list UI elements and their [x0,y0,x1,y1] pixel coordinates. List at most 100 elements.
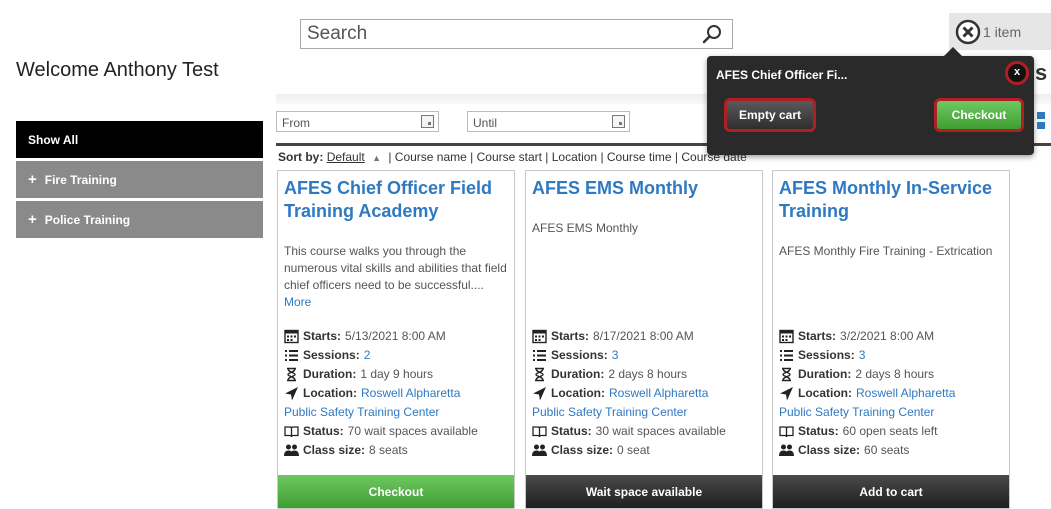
course-description: This course walks you through the numero… [284,244,507,309]
location-label: Location: [303,386,357,400]
calendar-icon [532,329,547,344]
duration-label: Duration: [551,367,605,381]
sort-bar: Sort by: Default ▲ | Course name | Cours… [278,150,747,164]
location-label: Location: [798,386,852,400]
duration-value: 2 days 8 hours [855,367,935,381]
users-icon [284,444,299,456]
course-title-link[interactable]: AFES Monthly In-Service Training [779,177,1007,223]
hourglass-icon [782,367,791,382]
location-link-cont[interactable]: Public Safety Training Center [284,403,512,422]
cart-indicator[interactable]: 1 item [949,13,1051,50]
course-description: AFES EMS Monthly [532,221,639,235]
sidebar-item-fire-training[interactable]: + Fire Training [16,161,263,198]
popup-close-button[interactable]: x [1005,61,1029,85]
sidebar-item-police-training[interactable]: + Police Training [16,201,263,238]
until-label: Until [473,116,498,130]
course-card: AFES EMS Monthly AFES EMS Monthly Starts… [525,170,763,509]
category-sidebar: Show All + Fire Training + Police Traini… [16,121,263,241]
status-label: Status: [798,424,839,438]
sort-options[interactable]: | Course name | Course start | Location … [388,150,746,164]
sessions-link[interactable]: 2 [364,346,371,365]
book-icon [284,426,299,438]
course-title-link[interactable]: AFES EMS Monthly [532,177,760,200]
book-icon [779,426,794,438]
expand-icon: + [28,211,37,228]
sessions-label: Sessions: [798,348,855,362]
cart-close-icon[interactable] [955,19,981,45]
status-value: 60 open seats left [842,424,938,438]
status-value: 30 wait spaces available [595,424,726,438]
sessions-label: Sessions: [303,348,360,362]
empty-cart-button[interactable]: Empty cart [724,98,816,132]
class-size-label: Class size: [303,443,366,457]
starts-value: 3/2/2021 8:00 AM [840,329,935,343]
location-label: Location: [551,386,605,400]
class-size-value: 0 seat [617,443,650,457]
starts-label: Starts: [798,329,837,343]
add-to-cart-button[interactable]: Add to cart [773,475,1009,508]
page-title-fragment: s [1035,60,1048,85]
starts-value: 8/17/2021 8:00 AM [593,329,694,343]
popup-course-title: AFES Chief Officer Fi... [716,68,848,82]
checkout-button[interactable]: Checkout [278,475,514,508]
location-link-cont[interactable]: Public Safety Training Center [532,403,760,422]
class-size-label: Class size: [551,443,614,457]
location-link[interactable]: Roswell Alpharetta [361,384,460,403]
sidebar-item-label: Show All [28,132,79,147]
class-size-value: 60 seats [864,443,910,457]
sidebar-item-label: Police Training [44,212,131,227]
book-icon [532,426,547,438]
status-label: Status: [303,424,344,438]
more-link[interactable]: More [284,295,311,309]
course-title-link[interactable]: AFES Chief Officer Field Training Academ… [284,177,512,223]
list-icon [533,350,546,361]
location-link[interactable]: Roswell Alpharetta [609,384,708,403]
sort-default-link[interactable]: Default [327,150,365,164]
starts-label: Starts: [303,329,342,343]
calendar-icon[interactable] [421,115,434,128]
duration-label: Duration: [303,367,357,381]
status-value: 70 wait spaces available [347,424,478,438]
starts-value: 5/13/2021 8:00 AM [345,329,446,343]
users-icon [532,444,547,456]
wait-space-button[interactable]: Wait space available [526,475,762,508]
from-date-input[interactable]: From [276,111,439,132]
calendar-icon[interactable] [612,115,625,128]
search-icon[interactable] [702,24,722,44]
location-link[interactable]: Roswell Alpharetta [856,384,955,403]
starts-label: Starts: [551,329,590,343]
calendar-icon [779,329,794,344]
search-box [300,19,733,49]
course-meta: Starts: 8/17/2021 8:00 AM Sessions: 3 Dura… [532,327,760,460]
view-toggle-icon[interactable] [1037,112,1046,130]
welcome-message: Welcome Anthony Test [16,59,219,81]
course-meta: Starts: 5/13/2021 8:00 AM Sessions: 2 Dura… [284,327,512,460]
sessions-link[interactable]: 3 [612,346,619,365]
hourglass-icon [535,367,544,382]
search-input[interactable] [301,20,681,48]
until-date-input[interactable]: Until [467,111,630,132]
sessions-link[interactable]: 3 [859,346,866,365]
location-link-cont[interactable]: Public Safety Training Center [779,403,1007,422]
course-meta: Starts: 3/2/2021 8:00 AM Sessions: 3 Durat… [779,327,1007,460]
course-description: AFES Monthly Fire Training - Extrication [779,244,993,258]
status-label: Status: [551,424,592,438]
cart-popup: AFES Chief Officer Fi... x Empty cart Ch… [707,47,1034,155]
popup-checkout-button[interactable]: Checkout [934,98,1024,132]
list-icon [285,350,298,361]
duration-value: 2 days 8 hours [608,367,688,381]
hourglass-icon [287,367,296,382]
calendar-icon [284,329,299,344]
sort-arrow-icon: ▲ [372,153,381,163]
class-size-label: Class size: [798,443,861,457]
sessions-label: Sessions: [551,348,608,362]
users-icon [779,444,794,456]
from-label: From [282,116,310,130]
sidebar-item-label: Fire Training [44,172,117,187]
course-card: AFES Chief Officer Field Training Academ… [277,170,515,509]
location-arrow-icon [780,387,793,401]
course-card: AFES Monthly In-Service Training AFES Mo… [772,170,1010,509]
expand-icon: + [28,171,37,188]
list-icon [780,350,793,361]
sidebar-item-show-all[interactable]: Show All [16,121,263,158]
